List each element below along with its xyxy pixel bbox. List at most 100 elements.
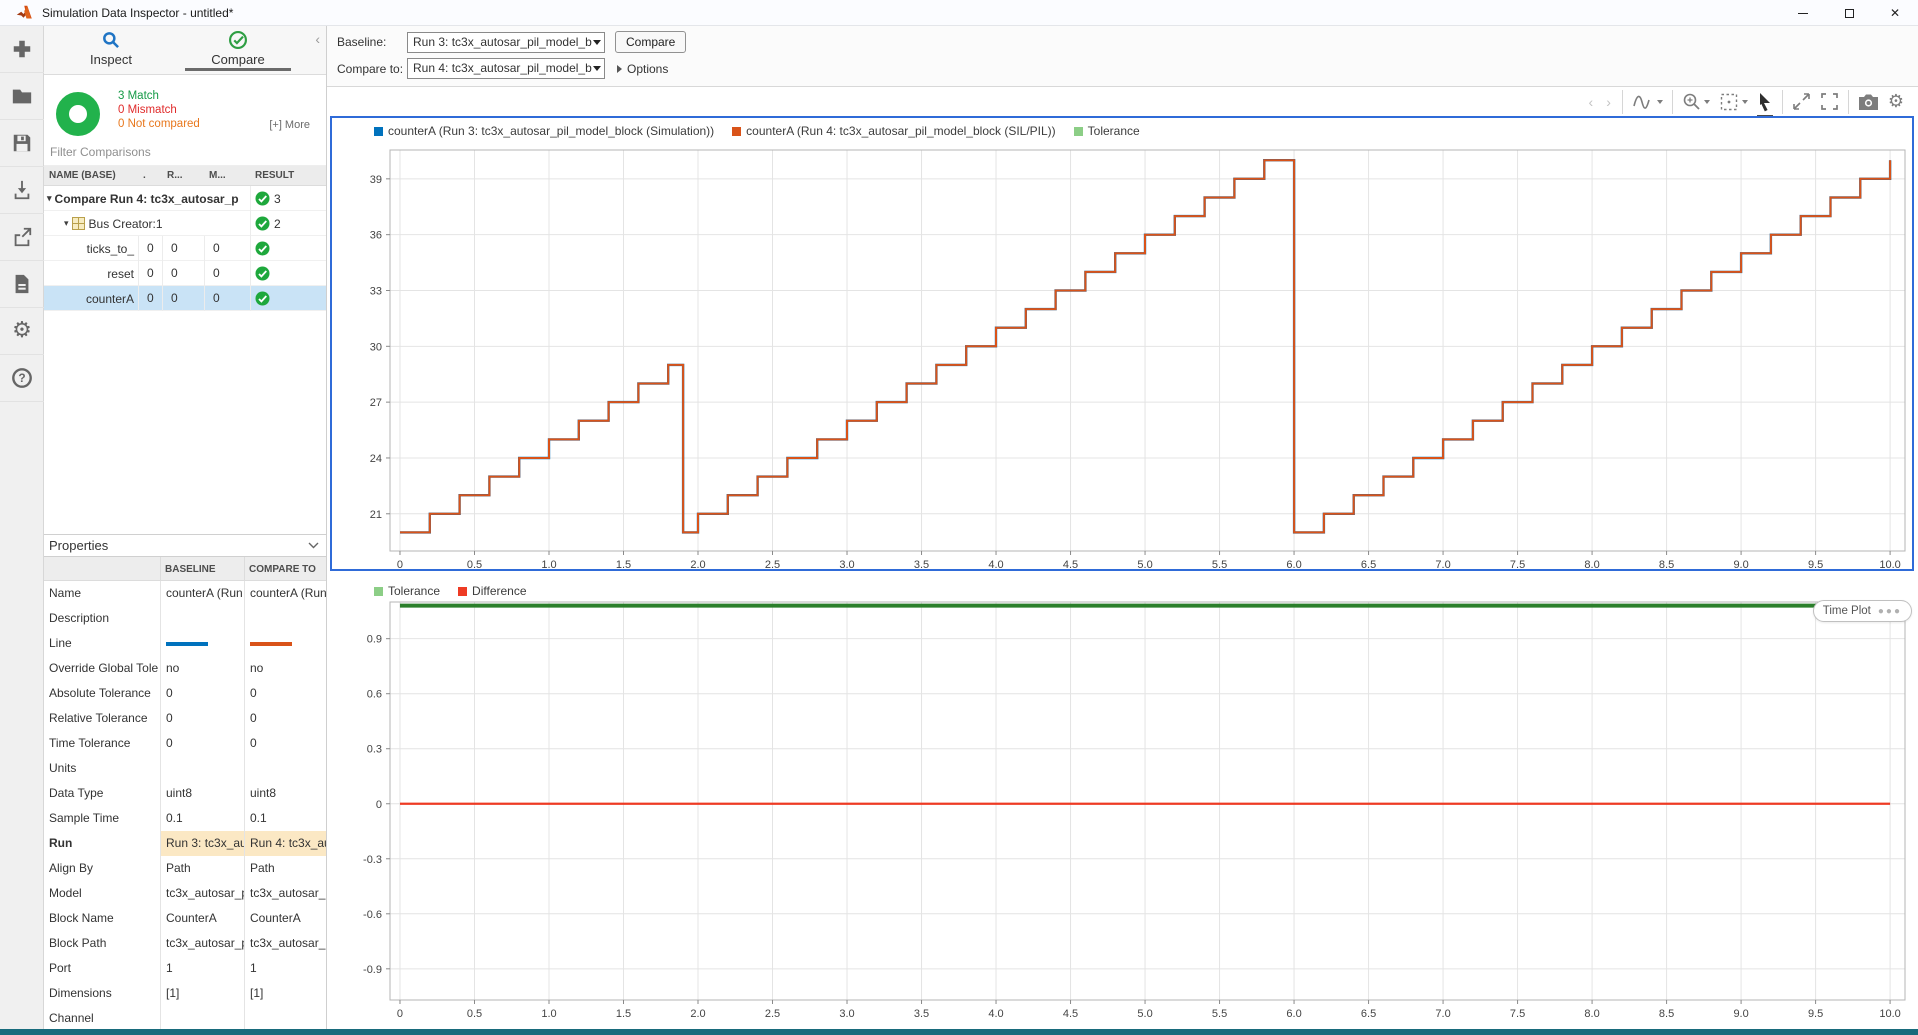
- tolerance-value: 0: [204, 261, 250, 286]
- minimize-button[interactable]: [1780, 0, 1826, 26]
- chevron-down-icon[interactable]: [308, 542, 319, 549]
- import-icon[interactable]: [0, 167, 44, 214]
- open-icon[interactable]: [0, 73, 44, 120]
- column-header[interactable]: NAME (BASE): [44, 170, 138, 181]
- compare-value[interactable]: 0: [244, 681, 327, 706]
- baseline-value[interactable]: [160, 606, 244, 631]
- save-icon[interactable]: [0, 120, 44, 167]
- options-expander[interactable]: Options: [617, 62, 668, 76]
- difference-plot[interactable]: Tolerance Difference Time Plot ●●● 0.90.6…: [330, 580, 1918, 1029]
- compare-line-swatch[interactable]: [250, 642, 292, 646]
- baseline-value[interactable]: [160, 756, 244, 781]
- compare-value[interactable]: 1: [244, 956, 327, 981]
- baseline-value[interactable]: tc3x_autosar_p: [160, 931, 244, 956]
- tolerance-value: 0: [162, 236, 204, 261]
- property-row-block-name: Block NameCounterACounterA: [44, 906, 327, 931]
- comparison-row-bus-creator-1[interactable]: ▾Bus Creator:12: [44, 211, 326, 236]
- comparison-row-countera[interactable]: counterA000: [44, 286, 326, 311]
- signal-trace-icon[interactable]: [1632, 89, 1663, 115]
- filter-comparisons-input[interactable]: [44, 145, 326, 159]
- help-icon[interactable]: ?: [0, 355, 44, 402]
- column-header[interactable]: .: [138, 170, 162, 181]
- legend-item[interactable]: Tolerance: [1074, 124, 1140, 138]
- bus-creator-icon: [72, 217, 85, 230]
- more-button[interactable]: [+] More: [269, 119, 310, 131]
- compare-value[interactable]: counterA (Run: [244, 581, 327, 606]
- comparison-row-ticks-to-[interactable]: ticks_to_000: [44, 236, 326, 261]
- tab-compare[interactable]: Compare: [193, 30, 283, 67]
- legend-item[interactable]: counterA (Run 4: tc3x_autosar_pil_model_…: [732, 124, 1056, 138]
- compare-value[interactable]: uint8: [244, 781, 327, 806]
- simulation-data-inspector-window: Simulation Data Inspector - untitled* ✕ …: [0, 0, 1918, 1035]
- compare-value[interactable]: [244, 1006, 327, 1031]
- baseline-value[interactable]: CounterA: [160, 906, 244, 931]
- comparison-table-header[interactable]: NAME (BASE).R...M...RESULT: [44, 166, 326, 186]
- zoom-icon[interactable]: [1682, 89, 1710, 115]
- property-row-override-global-tole: Override Global Tolenono: [44, 656, 327, 681]
- baseline-value[interactable]: 0: [160, 731, 244, 756]
- compare-to-dropdown[interactable]: Run 4: tc3x_autosar_pil_model_b: [407, 58, 605, 79]
- compare-value[interactable]: Path: [244, 856, 327, 881]
- next-icon[interactable]: ›: [1604, 94, 1613, 110]
- snapshot-icon[interactable]: [1858, 89, 1879, 115]
- column-header[interactable]: R...: [162, 170, 204, 181]
- compare-value[interactable]: Run 4: tc3x_au: [244, 831, 327, 856]
- baseline-dropdown[interactable]: Run 3: tc3x_autosar_pil_model_b: [407, 32, 605, 53]
- export-icon[interactable]: [0, 214, 44, 261]
- settings-icon[interactable]: ⚙: [1888, 89, 1904, 115]
- baseline-value[interactable]: Run 3: tc3x_au: [160, 831, 244, 856]
- compare-value[interactable]: 0.1: [244, 806, 327, 831]
- baseline-value[interactable]: uint8: [160, 781, 244, 806]
- tab-inspect[interactable]: Inspect: [66, 30, 156, 67]
- legend-item[interactable]: counterA (Run 3: tc3x_autosar_pil_model_…: [374, 124, 714, 138]
- legend-label: Difference: [472, 584, 526, 598]
- comparison-plot-canvas[interactable]: 2124273033363900.51.01.52.02.53.03.54.04…: [332, 118, 1912, 569]
- baseline-value[interactable]: 0: [160, 706, 244, 731]
- collapse-panel-icon[interactable]: ‹: [315, 31, 320, 47]
- fit-to-view-icon[interactable]: [1719, 89, 1748, 115]
- expand-caret-icon[interactable]: ▾: [64, 218, 69, 229]
- compare-value[interactable]: CounterA: [244, 906, 327, 931]
- previous-icon[interactable]: ‹: [1587, 94, 1596, 110]
- legend-item[interactable]: Difference: [458, 584, 526, 598]
- time-plot-menu-icon[interactable]: ●●●: [1878, 606, 1902, 617]
- column-header[interactable]: M...: [204, 170, 250, 181]
- maximize-button[interactable]: [1826, 0, 1872, 26]
- compare-value[interactable]: [1]: [244, 981, 327, 1006]
- baseline-value[interactable]: 1: [160, 956, 244, 981]
- properties-table-header: BASELINECOMPARE TO: [44, 557, 327, 581]
- expand-caret-icon[interactable]: ▾: [47, 193, 52, 204]
- baseline-value[interactable]: 0: [160, 681, 244, 706]
- comparison-row-compare-run-4-tc3x-autosar-p[interactable]: ▾Compare Run 4: tc3x_autosar_p3: [44, 186, 326, 211]
- baseline-value[interactable]: [160, 1006, 244, 1031]
- result-cell: [250, 286, 327, 311]
- compare-value[interactable]: [244, 756, 327, 781]
- compare-value[interactable]: tc3x_autosar_p: [244, 931, 327, 956]
- compare-value[interactable]: [244, 606, 327, 631]
- preferences-icon[interactable]: ⚙: [0, 308, 44, 355]
- compare-value[interactable]: no: [244, 656, 327, 681]
- baseline-value[interactable]: counterA (Run: [160, 581, 244, 606]
- column-header[interactable]: RESULT: [250, 170, 327, 181]
- expand-icon[interactable]: [1792, 89, 1811, 115]
- add-icon[interactable]: [0, 26, 44, 73]
- compare-value[interactable]: 0: [244, 731, 327, 756]
- close-button[interactable]: ✕: [1872, 0, 1918, 26]
- baseline-value[interactable]: [1]: [160, 981, 244, 1006]
- baseline-value[interactable]: 0.1: [160, 806, 244, 831]
- time-plot-tag[interactable]: Time Plot ●●●: [1813, 600, 1912, 622]
- compare-value[interactable]: tc3x_autosar_p: [244, 881, 327, 906]
- baseline-line-swatch[interactable]: [166, 642, 208, 646]
- arrow-cursor-icon[interactable]: [1757, 89, 1773, 115]
- baseline-value[interactable]: Path: [160, 856, 244, 881]
- baseline-value[interactable]: no: [160, 656, 244, 681]
- compare-button[interactable]: Compare: [615, 31, 686, 53]
- comparison-plot[interactable]: counterA (Run 3: tc3x_autosar_pil_model_…: [330, 116, 1914, 571]
- compare-value[interactable]: 0: [244, 706, 327, 731]
- comparison-row-reset[interactable]: reset000: [44, 261, 326, 286]
- fullscreen-icon[interactable]: [1820, 89, 1839, 115]
- baseline-value[interactable]: tc3x_autosar_p: [160, 881, 244, 906]
- legend-item[interactable]: Tolerance: [374, 584, 440, 598]
- difference-plot-canvas[interactable]: 0.90.60.30-0.3-0.6-0.900.51.01.52.02.53.…: [330, 580, 1918, 1029]
- create-report-icon[interactable]: [0, 261, 44, 308]
